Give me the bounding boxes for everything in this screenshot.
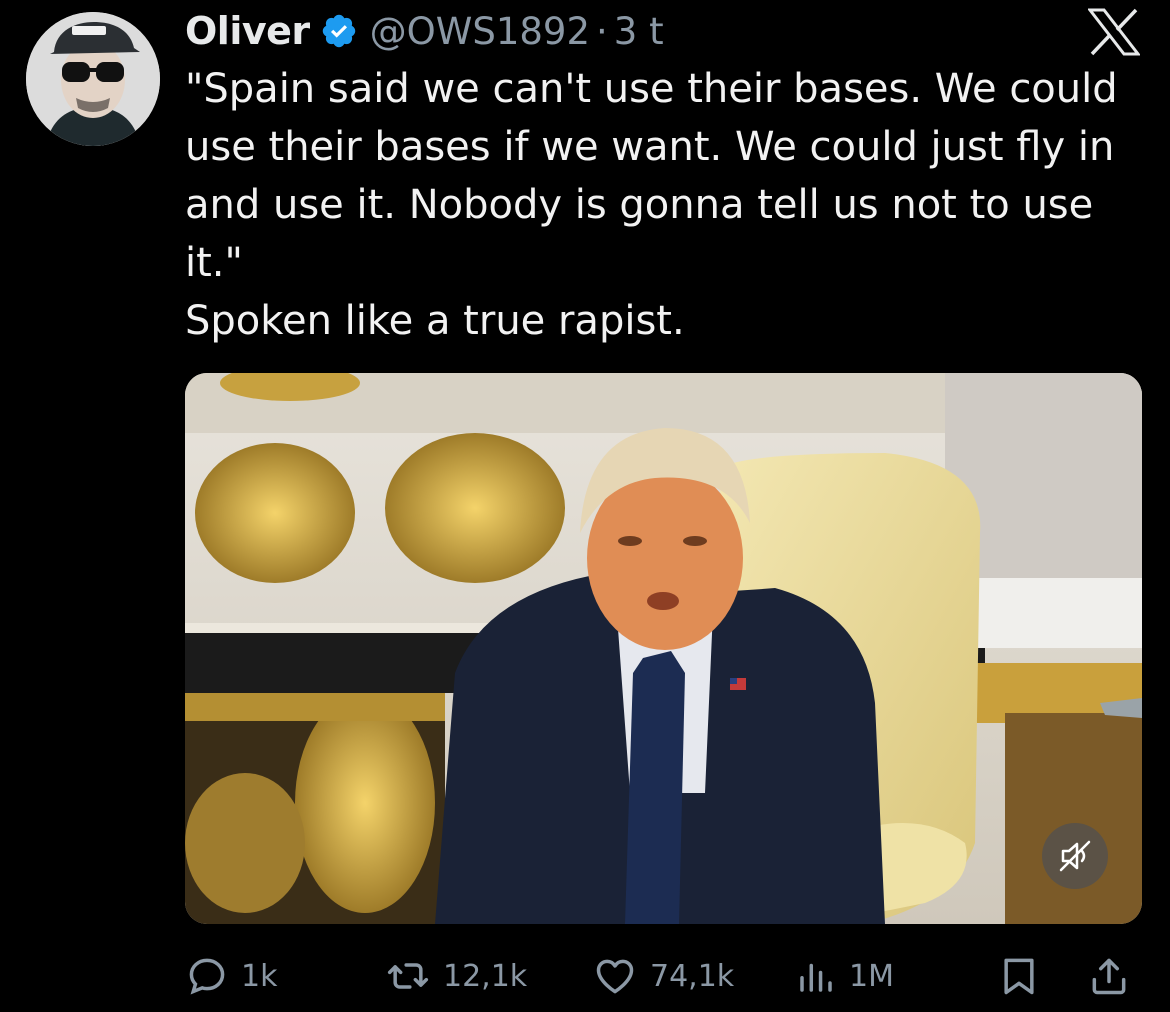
- avatar[interactable]: [26, 12, 160, 146]
- author-handle[interactable]: @OWS1892: [370, 10, 590, 53]
- tweet: Oliver @OWS1892 · 3 t "Spain said we can…: [0, 0, 1170, 1012]
- share-button[interactable]: [1087, 944, 1131, 1008]
- bookmark-button[interactable]: [997, 944, 1041, 1008]
- header-separator: ·: [596, 9, 608, 53]
- views-button[interactable]: 1M: [795, 944, 894, 1008]
- repost-button[interactable]: 12,1k: [385, 944, 527, 1008]
- tweet-text-comment: Spoken like a true rapist.: [185, 298, 685, 344]
- repost-icon: [387, 963, 429, 989]
- tweet-text-quote: "Spain said we can't use their bases. We…: [185, 66, 1118, 286]
- reply-count: 1k: [241, 958, 278, 994]
- action-bar: 1k 12,1k 74,1k 1M: [185, 944, 1145, 1008]
- tweet-text: "Spain said we can't use their bases. We…: [185, 60, 1145, 350]
- like-count: 74,1k: [650, 958, 735, 994]
- muted-speaker-icon: [1059, 840, 1091, 872]
- author-name[interactable]: Oliver: [185, 9, 310, 53]
- x-logo-icon: [1088, 8, 1140, 56]
- view-count: 1M: [849, 958, 894, 994]
- bookmark-icon: [1004, 958, 1034, 995]
- tweet-video[interactable]: [185, 373, 1142, 924]
- tweet-header: Oliver @OWS1892 · 3 t: [185, 6, 664, 56]
- reply-icon: [189, 958, 225, 995]
- like-button[interactable]: 74,1k: [592, 944, 734, 1008]
- user-avatar-icon: [26, 12, 160, 146]
- verified-badge-icon: [322, 14, 355, 48]
- heart-icon: [596, 959, 634, 994]
- reply-button[interactable]: 1k: [185, 944, 277, 1008]
- mute-button[interactable]: [1042, 823, 1108, 889]
- repost-count: 12,1k: [443, 958, 528, 994]
- views-icon: [800, 963, 832, 992]
- video-frame: [185, 373, 1142, 924]
- share-icon: [1092, 958, 1126, 995]
- timestamp[interactable]: 3 t: [614, 10, 664, 53]
